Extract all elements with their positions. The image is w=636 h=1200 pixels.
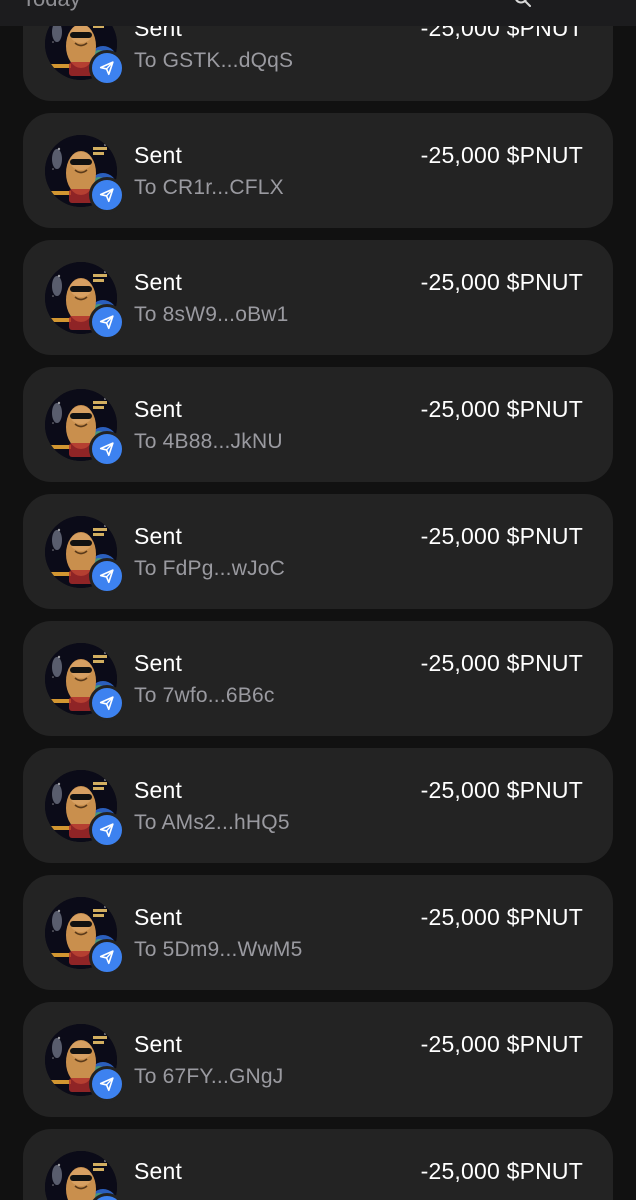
transaction-row[interactable]: Sent To 5Dm9...WwM5 -25,000 $PNUT	[23, 875, 613, 990]
transaction-recipient: To CR1r...CFLX	[134, 176, 284, 199]
transaction-row[interactable]: Sent To CR1r...CFLX -25,000 $PNUT	[23, 113, 613, 228]
telegram-send-icon	[89, 431, 125, 467]
transaction-amount: -25,000 $PNUT	[420, 1031, 583, 1057]
telegram-send-icon	[89, 177, 125, 213]
transaction-type-label: Sent	[134, 650, 183, 676]
transaction-type-label: Sent	[134, 396, 183, 422]
token-avatar-wrap	[45, 516, 125, 594]
telegram-send-icon	[89, 685, 125, 721]
transaction-row[interactable]: Sent To FdPg...wJoC -25,000 $PNUT	[23, 494, 613, 609]
token-avatar-wrap	[45, 770, 125, 848]
transaction-list: Sent To GSTK...dQqS -25,000 $PNUT Sent T…	[23, 0, 613, 1200]
token-avatar-wrap	[45, 135, 125, 213]
transaction-row[interactable]: Sent To 7wfo...6B6c -25,000 $PNUT	[23, 621, 613, 736]
transaction-type-label: Sent	[134, 1031, 183, 1057]
token-avatar-wrap	[45, 262, 125, 340]
telegram-send-icon	[89, 812, 125, 848]
header-bar	[0, 0, 636, 26]
transaction-recipient: To 4B88...JkNU	[134, 430, 283, 453]
transaction-amount: -25,000 $PNUT	[420, 396, 583, 422]
telegram-send-icon	[89, 939, 125, 975]
token-avatar-wrap	[45, 1151, 125, 1200]
telegram-send-icon	[89, 50, 125, 86]
transaction-type-label: Sent	[134, 269, 183, 295]
transaction-amount: -25,000 $PNUT	[420, 1158, 583, 1184]
transaction-history-screen: Today	[0, 0, 636, 1200]
section-label-today: Today	[22, 0, 81, 12]
transaction-recipient: To AMs2...hHQ5	[134, 811, 290, 834]
transaction-amount: -25,000 $PNUT	[420, 650, 583, 676]
transaction-recipient: To 8sW9...oBw1	[134, 303, 289, 326]
transaction-amount: -25,000 $PNUT	[420, 269, 583, 295]
transaction-type-label: Sent	[134, 523, 183, 549]
token-avatar-wrap	[45, 643, 125, 721]
search-icon[interactable]	[514, 0, 532, 8]
transaction-amount: -25,000 $PNUT	[420, 777, 583, 803]
transaction-amount: -25,000 $PNUT	[420, 142, 583, 168]
transaction-row[interactable]: Sent To 4B88...JkNU -25,000 $PNUT	[23, 367, 613, 482]
telegram-send-icon	[89, 304, 125, 340]
transaction-row[interactable]: Sent To AMs2...hHQ5 -25,000 $PNUT	[23, 748, 613, 863]
transaction-row[interactable]: Sent -25,000 $PNUT	[23, 1129, 613, 1200]
token-avatar-wrap	[45, 389, 125, 467]
transaction-recipient: To FdPg...wJoC	[134, 557, 286, 580]
telegram-send-icon	[89, 1066, 125, 1102]
transaction-type-label: Sent	[134, 142, 183, 168]
telegram-send-icon	[89, 558, 125, 594]
transaction-recipient: To GSTK...dQqS	[134, 49, 294, 72]
transaction-row[interactable]: Sent To 8sW9...oBw1 -25,000 $PNUT	[23, 240, 613, 355]
transaction-amount: -25,000 $PNUT	[420, 523, 583, 549]
transaction-type-label: Sent	[134, 904, 183, 930]
transaction-type-label: Sent	[134, 1158, 183, 1184]
token-avatar-wrap	[45, 897, 125, 975]
transaction-recipient: To 7wfo...6B6c	[134, 684, 275, 707]
token-avatar-wrap	[45, 1024, 125, 1102]
transaction-recipient: To 5Dm9...WwM5	[134, 938, 303, 961]
transaction-recipient: To 67FY...GNgJ	[134, 1065, 284, 1088]
transaction-row[interactable]: Sent To 67FY...GNgJ -25,000 $PNUT	[23, 1002, 613, 1117]
transaction-amount: -25,000 $PNUT	[420, 904, 583, 930]
transaction-type-label: Sent	[134, 777, 183, 803]
